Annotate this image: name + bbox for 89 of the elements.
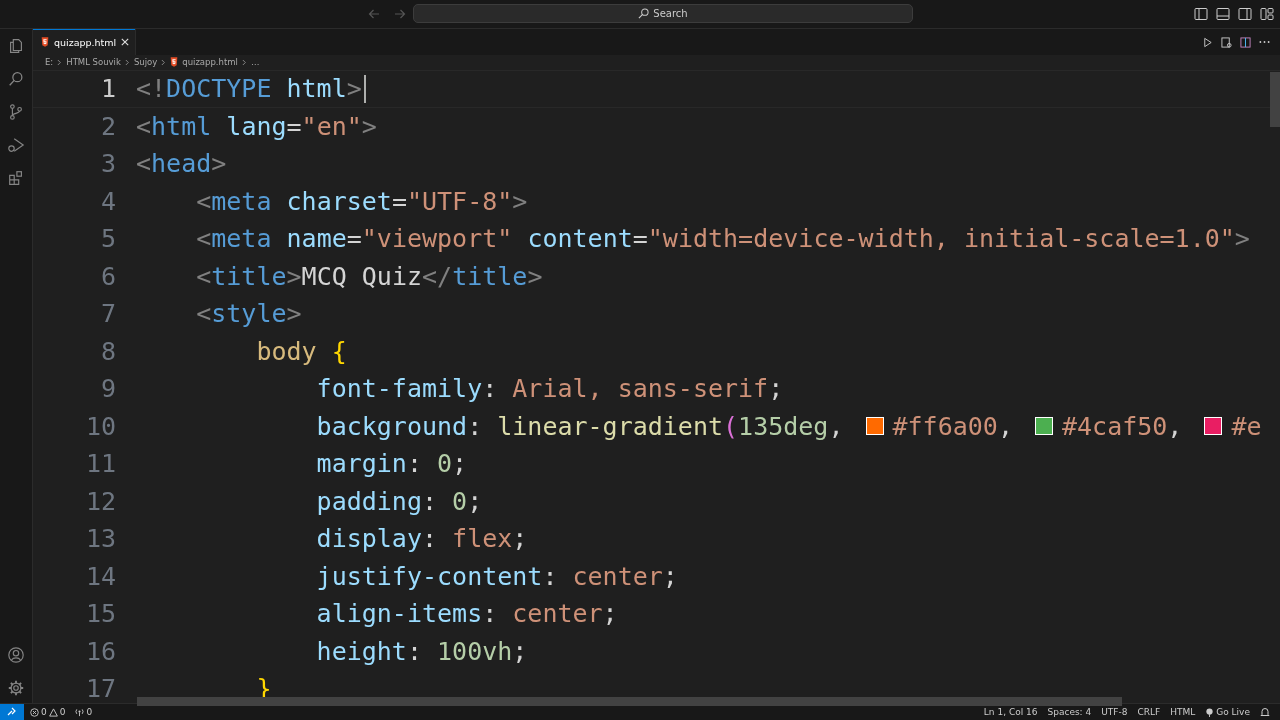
chevron-icon [241, 58, 247, 66]
close-icon[interactable] [121, 38, 130, 46]
code-text: display: flex; [315, 524, 528, 554]
line-number: 1 [99, 74, 116, 104]
line-number: 2 [99, 111, 116, 141]
color-swatch[interactable] [865, 417, 884, 436]
search-icon[interactable] [7, 70, 25, 88]
code-text: background: linear-gradient(135deg, [315, 411, 845, 441]
breadcrumb-item[interactable]: HTML Souvik [66, 57, 121, 67]
html-file-icon [170, 57, 179, 67]
panel-toggle-icon[interactable] [1216, 7, 1230, 21]
search-field[interactable]: Search [413, 4, 913, 23]
code-text: font-family: Arial, sans-serif; [315, 374, 784, 404]
error-icon [30, 707, 39, 717]
code-text: align-items: center; [315, 599, 618, 629]
code-text: margin: 0; [315, 449, 468, 479]
line-number: 14 [84, 561, 116, 591]
files-icon[interactable] [7, 37, 25, 55]
line-number: 17 [84, 674, 116, 704]
breadcrumb-item[interactable]: quizapp.html [182, 57, 238, 67]
code-text: <meta charset="UTF-8"> [195, 186, 528, 216]
editor-tab[interactable]: quizapp.html [33, 29, 137, 55]
color-swatch[interactable] [1035, 417, 1053, 436]
line-number: 4 [99, 186, 116, 216]
layout-icon[interactable] [1260, 7, 1274, 21]
remote-icon[interactable] [0, 704, 24, 720]
source-control-icon[interactable] [7, 103, 25, 121]
line-number: 7 [99, 299, 116, 329]
line-number: 9 [99, 374, 116, 404]
antenna-icon [75, 707, 85, 717]
status-item[interactable]: HTML [1170, 707, 1196, 717]
breadcrumb-item[interactable]: Sujoy [133, 57, 158, 67]
warning-count: 0 [59, 707, 66, 717]
ports-status[interactable]: 0 [75, 707, 93, 717]
chevron-icon [57, 58, 63, 66]
line-number: 16 [84, 636, 116, 666]
extensions-icon[interactable] [7, 169, 25, 187]
settings-icon[interactable] [7, 679, 25, 697]
line-number: 12 [84, 486, 116, 516]
problems-status[interactable]: 0 0 [30, 707, 66, 717]
status-item[interactable]: UTF-8 [1101, 707, 1128, 717]
chevron-icon [161, 58, 167, 66]
sidebar-toggle-icon[interactable] [1194, 7, 1208, 21]
code-text: body { [255, 336, 347, 366]
code-text: <!DOCTYPE html> [136, 74, 362, 104]
status-item[interactable]: CRLF [1137, 707, 1161, 717]
line-number: 5 [99, 224, 116, 254]
line-number: 13 [84, 524, 116, 554]
code-text: justify-content: center; [315, 561, 678, 591]
code-text: padding: 0; [315, 486, 483, 516]
line-number: 15 [84, 599, 116, 629]
status-item[interactable]: Spaces: 4 [1047, 707, 1092, 717]
run-debug-icon[interactable] [7, 136, 25, 154]
line-number: 11 [84, 449, 116, 479]
scrollbar[interactable] [1270, 72, 1280, 127]
line-number: 6 [99, 261, 116, 291]
ports-count: 0 [86, 707, 93, 717]
line-number: 3 [99, 149, 116, 179]
more-icon[interactable] [1259, 40, 1270, 44]
line-number: 8 [99, 336, 116, 366]
bell-icon[interactable] [1260, 707, 1270, 717]
search-icon [638, 8, 650, 19]
code-text: <style> [195, 299, 302, 329]
breadcrumb-item[interactable]: … [250, 57, 260, 67]
split-editor-icon[interactable] [1240, 36, 1251, 48]
html-file-icon [41, 37, 49, 47]
code-text: #ff6a00, [892, 411, 1014, 441]
breadcrumb-item[interactable]: E: [45, 57, 54, 67]
color-swatch[interactable] [1204, 417, 1223, 436]
warning-icon [48, 707, 58, 717]
broadcast-icon [1205, 707, 1215, 717]
text-cursor [363, 74, 366, 103]
status-item[interactable]: Ln 1, Col 16 [983, 707, 1038, 717]
code-text: <head> [136, 149, 227, 179]
line-number: 10 [84, 411, 116, 441]
secondary-sidebar-icon[interactable] [1238, 7, 1252, 21]
code-text: <title>MCQ Quiz</title> [195, 261, 543, 291]
code-text: height: 100vh; [315, 636, 528, 666]
code-text: #4caf50, [1062, 411, 1184, 441]
go-live-button[interactable]: Go Live [1205, 707, 1250, 717]
code-text: <html lang="en"> [136, 111, 377, 141]
scrollbar[interactable] [137, 696, 1122, 706]
error-count: 0 [41, 707, 47, 717]
code-text: #e [1231, 411, 1262, 441]
run-icon[interactable] [1202, 36, 1213, 48]
preview-icon[interactable] [1221, 36, 1232, 48]
code-text: <meta name="viewport" content="width=device-width, initial-scale=1.0"> [195, 224, 1250, 254]
chevron-icon [124, 58, 130, 66]
account-icon[interactable] [7, 646, 25, 664]
